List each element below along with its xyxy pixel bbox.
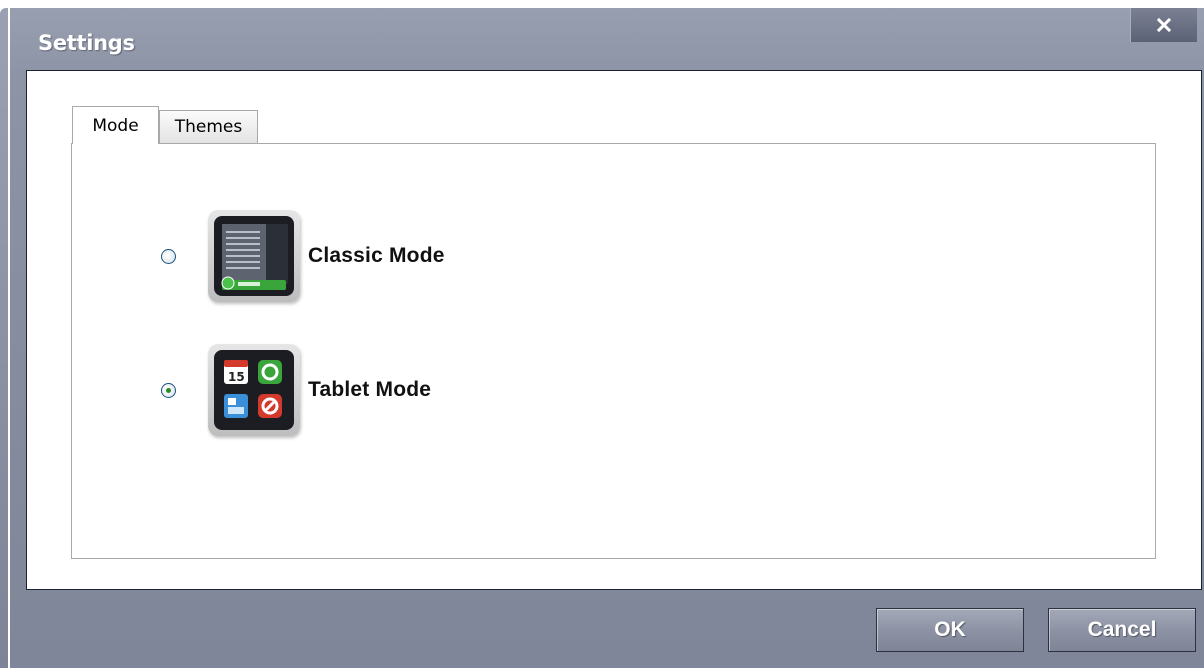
tablet-mode-radio[interactable] <box>161 382 176 398</box>
close-icon <box>1156 17 1172 33</box>
dialog-title: Settings <box>38 31 135 55</box>
window-edge <box>0 0 10 668</box>
dialog-content: Mode Themes Classic Mode 15 Tablet Mode <box>26 70 1202 590</box>
classic-mode-label: Classic Mode <box>308 244 445 267</box>
tab-mode[interactable]: Mode <box>72 106 159 144</box>
tablet-mode-option[interactable]: 15 Tablet Mode <box>161 344 431 436</box>
radio-selected-dot <box>166 387 171 393</box>
tablet-mode-icon: 15 <box>208 344 300 436</box>
classic-mode-icon <box>208 210 300 302</box>
classic-mode-option[interactable]: Classic Mode <box>161 210 445 302</box>
title-bar[interactable] <box>10 0 1204 70</box>
svg-text:15: 15 <box>228 370 245 384</box>
ok-button[interactable]: OK <box>876 608 1024 652</box>
tab-themes[interactable]: Themes <box>159 110 258 143</box>
cancel-button[interactable]: Cancel <box>1048 608 1196 652</box>
close-button[interactable] <box>1130 8 1197 42</box>
settings-dialog: Settings Mode Themes Classic Mode 15 Tab… <box>0 0 1204 668</box>
tablet-mode-label: Tablet Mode <box>308 378 432 401</box>
classic-mode-radio[interactable] <box>161 248 176 264</box>
